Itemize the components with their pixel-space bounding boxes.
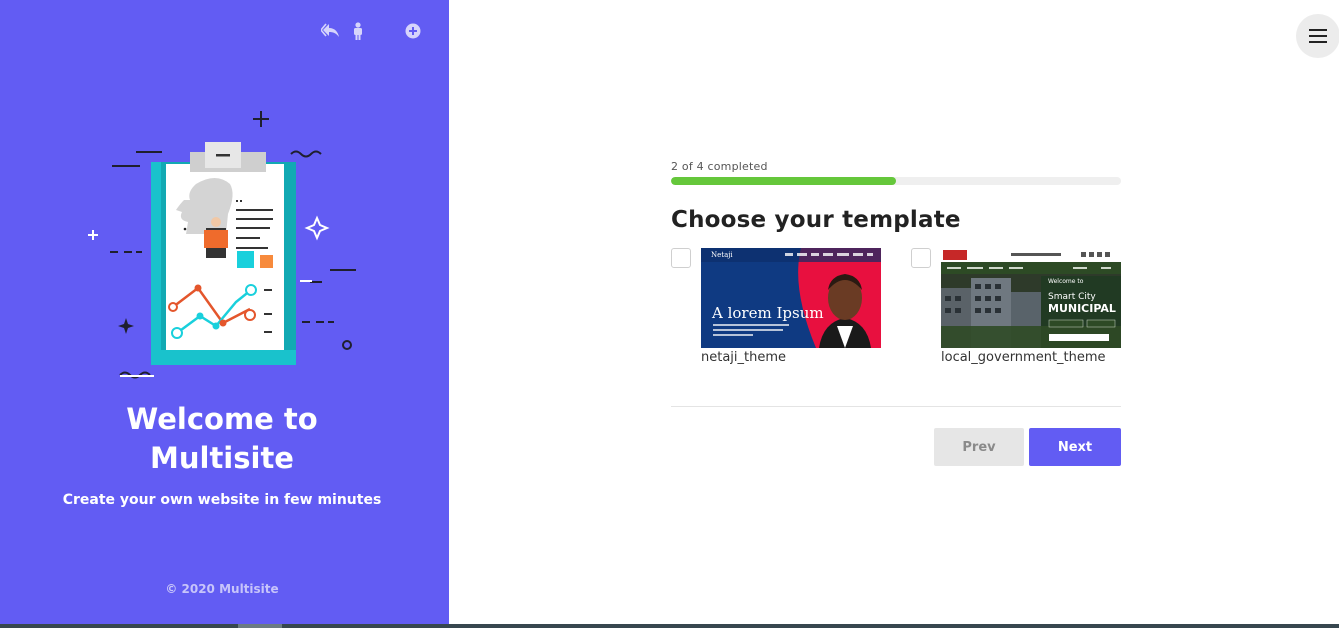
- progress-label: 2 of 4 completed: [671, 160, 768, 173]
- welcome-title-line1: Welcome to: [126, 402, 318, 436]
- person-icon[interactable]: [347, 20, 369, 42]
- add-circle-icon[interactable]: [402, 20, 424, 42]
- template-thumbnail[interactable]: Netaji A lorem Ipsum: [701, 248, 881, 348]
- hamburger-icon-mid: [1309, 35, 1327, 37]
- template-name: netaji_theme: [701, 350, 787, 365]
- clipboard-illustration: [88, 111, 356, 379]
- wizard-step: 2 of 4 completed Choose your template Ne…: [671, 160, 1121, 365]
- thumb-logo: Netaji: [711, 251, 733, 259]
- welcome-panel: Welcome to Multisite Create your own web…: [0, 0, 449, 624]
- template-checkbox[interactable]: [911, 248, 931, 268]
- menu-button[interactable]: [1296, 14, 1339, 58]
- hamburger-icon: [1309, 29, 1327, 31]
- next-button[interactable]: Next: [1029, 428, 1121, 466]
- bottom-bar: [0, 624, 1339, 628]
- thumb-sub: Smart City: [1048, 292, 1096, 302]
- step-heading: Choose your template: [671, 207, 961, 233]
- template-name: local_government_theme: [941, 350, 1106, 365]
- progress-bar: [671, 177, 1121, 185]
- thumb-title: MUNICIPAL: [1048, 302, 1116, 315]
- template-thumbnail[interactable]: Welcome to Smart City MUNICIPAL: [941, 248, 1121, 348]
- tagline: Create your own website in few minutes: [62, 492, 382, 508]
- progress-fill: [671, 177, 896, 185]
- reply-icon[interactable]: [320, 20, 342, 42]
- bottom-bar-segment: [238, 624, 282, 628]
- top-icon-bar: [0, 20, 449, 44]
- hamburger-icon-bottom: [1309, 41, 1327, 43]
- page: Welcome to Multisite Create your own web…: [0, 0, 1339, 628]
- copyright: © 2020 Multisite: [165, 582, 279, 596]
- template-checkbox[interactable]: [671, 248, 691, 268]
- welcome-title-line2: Multisite: [150, 441, 294, 475]
- template-list: Netaji A lorem Ipsum netaji_theme Welcom…: [671, 248, 1121, 368]
- prev-button[interactable]: Prev: [934, 428, 1024, 466]
- divider: [671, 406, 1121, 407]
- thumb-headline: A lorem Ipsum: [712, 304, 824, 322]
- welcome-title: Welcome to Multisite: [0, 400, 444, 478]
- thumb-welcome: Welcome to: [1048, 278, 1084, 285]
